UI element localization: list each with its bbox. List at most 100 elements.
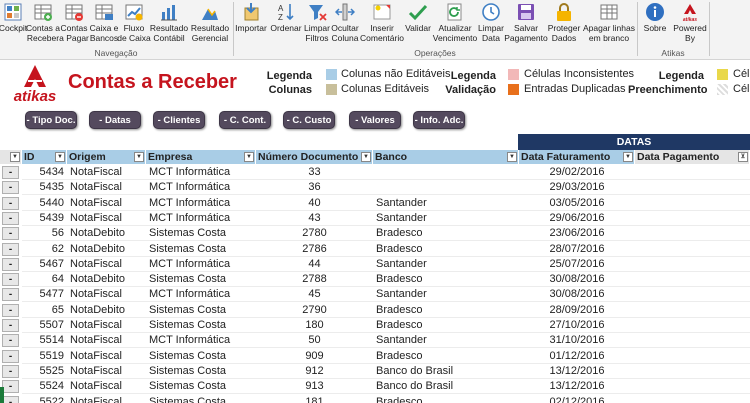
row-collapse-button[interactable]: - xyxy=(2,349,19,363)
cell-empresa[interactable]: MCT Informática xyxy=(146,333,256,349)
cell-banco[interactable]: Banco do Brasil xyxy=(373,379,519,395)
cell-empresa[interactable]: Sistemas Costa xyxy=(146,226,256,242)
cell-origem[interactable]: NotaFiscal xyxy=(67,318,146,333)
resultado-contabil-button[interactable]: Resultado Contábil xyxy=(150,0,188,46)
row-collapse-button[interactable]: - xyxy=(2,380,19,394)
filter-dropdown-icon[interactable]: ▼ xyxy=(361,152,371,162)
cell-empresa[interactable]: MCT Informática xyxy=(146,211,256,226)
cell-empresa[interactable]: MCT Informática xyxy=(146,287,256,303)
cell-empresa[interactable]: MCT Informática xyxy=(146,165,256,180)
cell-empresa[interactable]: MCT Informática xyxy=(146,196,256,211)
cell-data-pagamento[interactable] xyxy=(635,257,750,272)
header-id[interactable]: ID ▼ xyxy=(22,150,67,164)
cell-data-faturamento[interactable]: 31/10/2016 xyxy=(519,333,635,349)
cell-id[interactable]: 5525 xyxy=(22,364,67,379)
cell-data-faturamento[interactable]: 03/05/2016 xyxy=(519,196,635,211)
cell-origem[interactable]: NotaFiscal xyxy=(67,287,146,303)
filter-c-custo-button[interactable]: - C. Custo xyxy=(283,111,335,129)
cell-numero-documento[interactable]: 2788 xyxy=(256,272,373,288)
row-collapse-button[interactable]: - xyxy=(2,181,19,195)
cell-banco[interactable]: Bradesco xyxy=(373,318,519,333)
cell-id[interactable]: 62 xyxy=(22,242,67,257)
cell-origem[interactable]: NotaFiscal xyxy=(67,180,146,196)
filter-c-cont-button[interactable]: - C. Cont. xyxy=(219,111,271,129)
cell-empresa[interactable]: Sistemas Costa xyxy=(146,242,256,257)
filter-info-adc-button[interactable]: - Info. Adc. xyxy=(413,111,465,129)
caixa-bancos-button[interactable]: Caixa e Bancos xyxy=(90,0,118,46)
resultado-gerencial-button[interactable]: Resultado Gerencial xyxy=(190,0,230,46)
cell-origem[interactable]: NotaFiscal xyxy=(67,379,146,395)
cell-numero-documento[interactable]: 913 xyxy=(256,379,373,395)
row-collapse-button[interactable]: - xyxy=(2,395,19,403)
filter-datas-button[interactable]: - Datas xyxy=(89,111,141,129)
cell-data-pagamento[interactable] xyxy=(635,333,750,349)
cell-banco[interactable]: Bradesco xyxy=(373,395,519,403)
cell-origem[interactable]: NotaFiscal xyxy=(67,211,146,226)
cell-banco[interactable]: Santander xyxy=(373,196,519,211)
cell-data-faturamento[interactable]: 28/09/2016 xyxy=(519,303,635,318)
header-numero-documento[interactable]: Número Documento ▼ xyxy=(256,150,373,164)
chevron-down-icon[interactable]: ▼ xyxy=(10,152,20,162)
cell-numero-documento[interactable]: 40 xyxy=(256,196,373,211)
cell-data-faturamento[interactable]: 13/12/2016 xyxy=(519,364,635,379)
cell-data-faturamento[interactable]: 30/08/2016 xyxy=(519,287,635,303)
cell-banco[interactable]: Bradesco xyxy=(373,303,519,318)
cell-data-pagamento[interactable] xyxy=(635,318,750,333)
cell-numero-documento[interactable]: 2790 xyxy=(256,303,373,318)
cell-origem[interactable]: NotaFiscal xyxy=(67,333,146,349)
cell-empresa[interactable]: Sistemas Costa xyxy=(146,364,256,379)
cell-numero-documento[interactable]: 50 xyxy=(256,333,373,349)
cell-data-faturamento[interactable]: 02/12/2016 xyxy=(519,395,635,403)
cell-empresa[interactable]: Sistemas Costa xyxy=(146,303,256,318)
cell-empresa[interactable]: Sistemas Costa xyxy=(146,379,256,395)
cockpit-button[interactable]: Cockpit xyxy=(0,0,27,46)
validar-button[interactable]: Validar xyxy=(404,0,432,46)
cell-data-pagamento[interactable] xyxy=(635,287,750,303)
cell-id[interactable]: 65 xyxy=(22,303,67,318)
importar-button[interactable]: Importar xyxy=(234,0,268,46)
cell-numero-documento[interactable]: 2786 xyxy=(256,242,373,257)
filter-clientes-button[interactable]: - Clientes xyxy=(153,111,205,129)
cell-id[interactable]: 5514 xyxy=(22,333,67,349)
header-origem[interactable]: Origem ▼ xyxy=(67,150,146,164)
cell-origem[interactable]: NotaDebito xyxy=(67,303,146,318)
contas-pagar-button[interactable]: Contas a Pagar xyxy=(59,0,89,46)
cell-origem[interactable]: NotaFiscal xyxy=(67,165,146,180)
fluxo-caixa-button[interactable]: Fluxo de Caixa xyxy=(117,0,151,46)
cell-banco[interactable]: Santander xyxy=(373,257,519,272)
cell-id[interactable]: 5524 xyxy=(22,379,67,395)
row-collapse-button[interactable]: - xyxy=(2,257,19,271)
cell-banco[interactable]: Bradesco xyxy=(373,349,519,364)
header-row-selector[interactable]: ▼ xyxy=(0,150,22,164)
cell-banco[interactable]: Bradesco xyxy=(373,242,519,257)
row-collapse-button[interactable]: - xyxy=(2,364,19,378)
cell-origem[interactable]: NotaFiscal xyxy=(67,257,146,272)
cell-data-pagamento[interactable] xyxy=(635,196,750,211)
cell-data-pagamento[interactable] xyxy=(635,180,750,196)
cell-data-faturamento[interactable]: 29/02/2016 xyxy=(519,165,635,180)
cell-numero-documento[interactable]: 43 xyxy=(256,211,373,226)
cell-numero-documento[interactable]: 45 xyxy=(256,287,373,303)
cell-banco[interactable]: Santander xyxy=(373,287,519,303)
cell-id[interactable]: 64 xyxy=(22,272,67,288)
cell-data-pagamento[interactable] xyxy=(635,364,750,379)
filter-valores-button[interactable]: - Valores xyxy=(349,111,401,129)
cell-data-pagamento[interactable] xyxy=(635,242,750,257)
cell-data-faturamento[interactable]: 27/10/2016 xyxy=(519,318,635,333)
cell-origem[interactable]: NotaFiscal xyxy=(67,395,146,403)
cell-data-faturamento[interactable]: 28/07/2016 xyxy=(519,242,635,257)
inserir-comentario-button[interactable]: Inserir Comentário xyxy=(360,0,404,46)
cell-banco[interactable]: Bradesco xyxy=(373,272,519,288)
cell-id[interactable]: 5440 xyxy=(22,196,67,211)
row-collapse-button[interactable]: - xyxy=(2,196,19,210)
cell-id[interactable]: 5507 xyxy=(22,318,67,333)
apagar-linhas-button[interactable]: Apagar linhas em branco xyxy=(583,0,635,46)
cell-empresa[interactable]: MCT Informática xyxy=(146,180,256,196)
cell-banco[interactable]: Bradesco xyxy=(373,226,519,242)
cell-numero-documento[interactable]: 2780 xyxy=(256,226,373,242)
cell-banco[interactable]: Santander xyxy=(373,211,519,226)
header-data-pagamento[interactable]: Data Pagamento ⊻ xyxy=(635,150,750,164)
row-collapse-button[interactable]: - xyxy=(2,227,19,241)
cell-data-pagamento[interactable] xyxy=(635,395,750,403)
cell-id[interactable]: 5522 xyxy=(22,395,67,403)
